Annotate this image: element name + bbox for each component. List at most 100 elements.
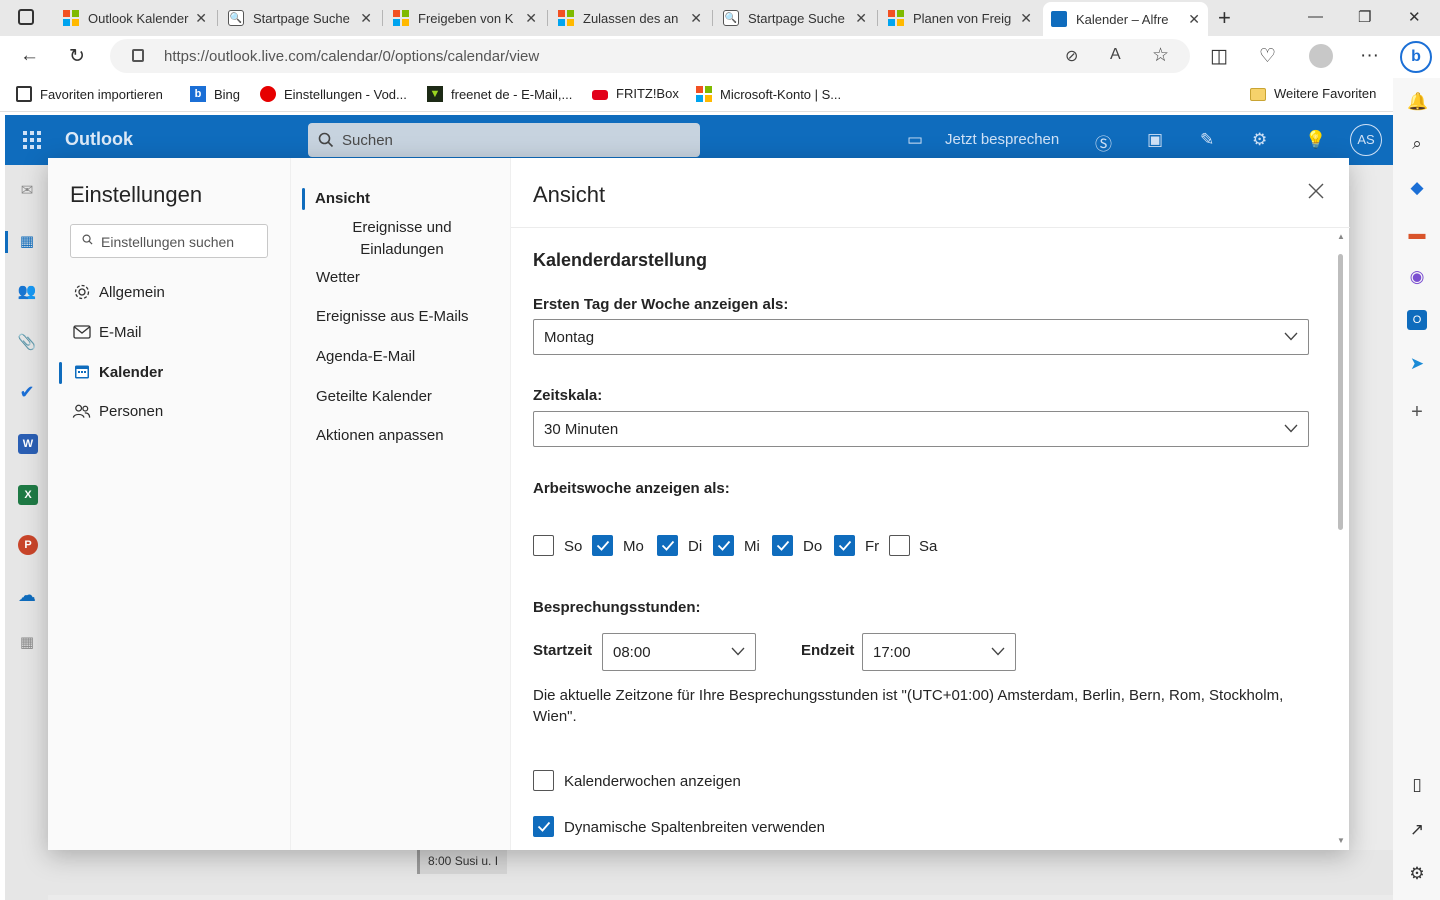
- settings-nav-calendar[interactable]: Kalender: [72, 360, 163, 384]
- app-launcher-icon[interactable]: [23, 131, 41, 149]
- settings-nav-general[interactable]: Allgemein: [72, 280, 165, 304]
- gear-icon[interactable]: ⚙: [1407, 864, 1427, 884]
- browser-tab[interactable]: 🔍 Startpage Suche ✕: [220, 4, 380, 32]
- read-aloud-icon[interactable]: A: [1110, 46, 1121, 64]
- new-tab-icon[interactable]: +: [1218, 5, 1231, 31]
- day-checkbox-thursday[interactable]: [772, 535, 793, 556]
- favorite-item[interactable]: Einstellungen - Vod...: [260, 86, 407, 102]
- close-icon[interactable]: [1305, 180, 1327, 202]
- browser-tab[interactable]: Outlook Kalender ✕: [55, 4, 215, 32]
- video-camera-icon[interactable]: ▭: [907, 130, 923, 150]
- close-tab-icon[interactable]: ✕: [690, 10, 702, 27]
- scrollbar-thumb[interactable]: [1338, 254, 1343, 530]
- first-day-dropdown[interactable]: Montag: [533, 319, 1309, 355]
- browser-essentials-icon[interactable]: ♡: [1259, 45, 1276, 68]
- search-icon[interactable]: ⌕: [1407, 134, 1427, 154]
- my-day-icon[interactable]: ✎: [1200, 130, 1214, 150]
- day-checkbox-friday[interactable]: [834, 535, 855, 556]
- calendar-icon[interactable]: ▦: [17, 232, 37, 252]
- browser-tab[interactable]: Planen von Freig ✕: [880, 4, 1040, 32]
- copilot-icon[interactable]: b: [1400, 41, 1432, 73]
- todo-check-icon[interactable]: ✔: [17, 382, 37, 402]
- minimize-icon[interactable]: —: [1308, 8, 1323, 25]
- favorite-item[interactable]: Microsoft-Konto | S...: [696, 86, 841, 102]
- browser-tab[interactable]: 🔍 Startpage Suche ✕: [715, 4, 875, 32]
- subnav-shared-calendars[interactable]: Geteilte Kalender: [316, 388, 432, 405]
- avatar[interactable]: AS: [1350, 124, 1382, 156]
- favorite-item[interactable]: b Bing: [190, 86, 240, 102]
- tools-icon[interactable]: ▬: [1407, 224, 1427, 244]
- favorite-star-icon[interactable]: ☆: [1152, 44, 1169, 67]
- end-time-dropdown[interactable]: 17:00: [862, 633, 1016, 671]
- settings-search-input[interactable]: [101, 232, 261, 252]
- scroll-down-icon[interactable]: ▼: [1336, 836, 1346, 846]
- close-tab-icon[interactable]: ✕: [855, 10, 867, 27]
- close-tab-icon[interactable]: ✕: [1188, 11, 1200, 28]
- favorite-item[interactable]: Favoriten importieren: [16, 86, 163, 102]
- settings-nav-people[interactable]: Personen: [72, 399, 163, 423]
- more-favorites[interactable]: Weitere Favoriten: [1250, 86, 1376, 101]
- word-icon[interactable]: W: [18, 434, 38, 454]
- browser-tab-active[interactable]: Kalender – Alfre ✕: [1043, 2, 1208, 36]
- people-icon[interactable]: 👥: [17, 282, 37, 302]
- close-tab-icon[interactable]: ✕: [360, 10, 372, 27]
- tab-actions-icon[interactable]: [18, 9, 34, 25]
- shopping-tag-icon[interactable]: ◆: [1407, 178, 1427, 198]
- week-numbers-checkbox[interactable]: [533, 770, 554, 791]
- more-icon[interactable]: ···: [1360, 45, 1379, 67]
- outlook-app-icon[interactable]: O: [1407, 310, 1427, 330]
- add-icon[interactable]: +: [1407, 402, 1427, 422]
- excel-icon[interactable]: X: [18, 485, 38, 505]
- back-icon[interactable]: ←: [20, 45, 39, 67]
- day-checkbox-wednesday[interactable]: [713, 535, 734, 556]
- skype-icon[interactable]: Ⓢ: [1095, 130, 1112, 155]
- subnav-customize-actions[interactable]: Aktionen anpassen: [316, 427, 444, 444]
- browser-tab[interactable]: Zulassen des an ✕: [550, 4, 710, 32]
- meet-now-button[interactable]: Jetzt besprechen: [945, 131, 1059, 148]
- dynamic-columns-checkbox[interactable]: [533, 816, 554, 837]
- url-field[interactable]: https://outlook.live.com/calendar/0/opti…: [110, 39, 1190, 73]
- send-icon[interactable]: ➤: [1407, 354, 1427, 374]
- tracking-prevention-icon[interactable]: ⊘: [1065, 46, 1078, 66]
- sidebar-panel-icon[interactable]: ▯: [1407, 775, 1427, 795]
- external-link-icon[interactable]: ↗: [1407, 820, 1427, 840]
- close-tab-icon[interactable]: ✕: [525, 10, 537, 27]
- browser-tab[interactable]: Freigeben von K ✕: [385, 4, 545, 32]
- subnav-weather[interactable]: Wetter: [316, 269, 360, 286]
- day-checkbox-monday[interactable]: [592, 535, 613, 556]
- start-time-dropdown[interactable]: 08:00: [602, 633, 756, 671]
- office-word-icon[interactable]: ▣: [1147, 130, 1163, 150]
- subnav-events-from-email[interactable]: Ereignisse aus E-Mails: [316, 308, 469, 325]
- mail-icon[interactable]: ✉: [17, 181, 37, 201]
- settings-search[interactable]: [70, 224, 268, 258]
- onedrive-cloud-icon[interactable]: ☁: [17, 585, 37, 605]
- subnav-view[interactable]: Ansicht: [315, 190, 370, 207]
- outlook-search[interactable]: Suchen: [308, 123, 700, 157]
- day-checkbox-saturday[interactable]: [889, 535, 910, 556]
- day-checkbox-tuesday[interactable]: [657, 535, 678, 556]
- settings-gear-icon[interactable]: ⚙: [1252, 130, 1267, 150]
- day-checkbox-sunday[interactable]: [533, 535, 554, 556]
- attachment-icon[interactable]: 📎: [17, 333, 37, 353]
- lock-icon[interactable]: [132, 49, 144, 62]
- tips-lightbulb-icon[interactable]: 💡: [1305, 130, 1326, 150]
- office-icon[interactable]: ◉: [1407, 267, 1427, 287]
- settings-nav-mail[interactable]: E-Mail: [72, 320, 142, 344]
- close-tab-icon[interactable]: ✕: [1020, 10, 1032, 27]
- timescale-dropdown[interactable]: 30 Minuten: [533, 411, 1309, 447]
- favorite-item[interactable]: ▼ freenet de - E-Mail,...: [427, 86, 572, 102]
- close-window-icon[interactable]: ✕: [1408, 8, 1421, 26]
- split-screen-icon[interactable]: ◫: [1210, 45, 1228, 68]
- subnav-agenda-email[interactable]: Agenda-E-Mail: [316, 348, 415, 365]
- subnav-events-invitations[interactable]: Ereignisse und Einladungen: [352, 217, 452, 261]
- scroll-up-icon[interactable]: ▲: [1336, 232, 1346, 242]
- more-apps-icon[interactable]: ▦: [17, 633, 37, 653]
- notification-bell-icon[interactable]: 🔔: [1407, 92, 1428, 112]
- refresh-icon[interactable]: ↻: [69, 45, 85, 68]
- close-tab-icon[interactable]: ✕: [195, 10, 207, 27]
- powerpoint-icon[interactable]: P: [18, 535, 38, 555]
- calendar-event[interactable]: 8:00 Susi u. I: [417, 850, 507, 874]
- restore-icon[interactable]: ❐: [1358, 8, 1371, 26]
- profile-avatar-icon[interactable]: [1309, 44, 1333, 68]
- favorite-item[interactable]: FRITZ!Box: [592, 86, 679, 101]
